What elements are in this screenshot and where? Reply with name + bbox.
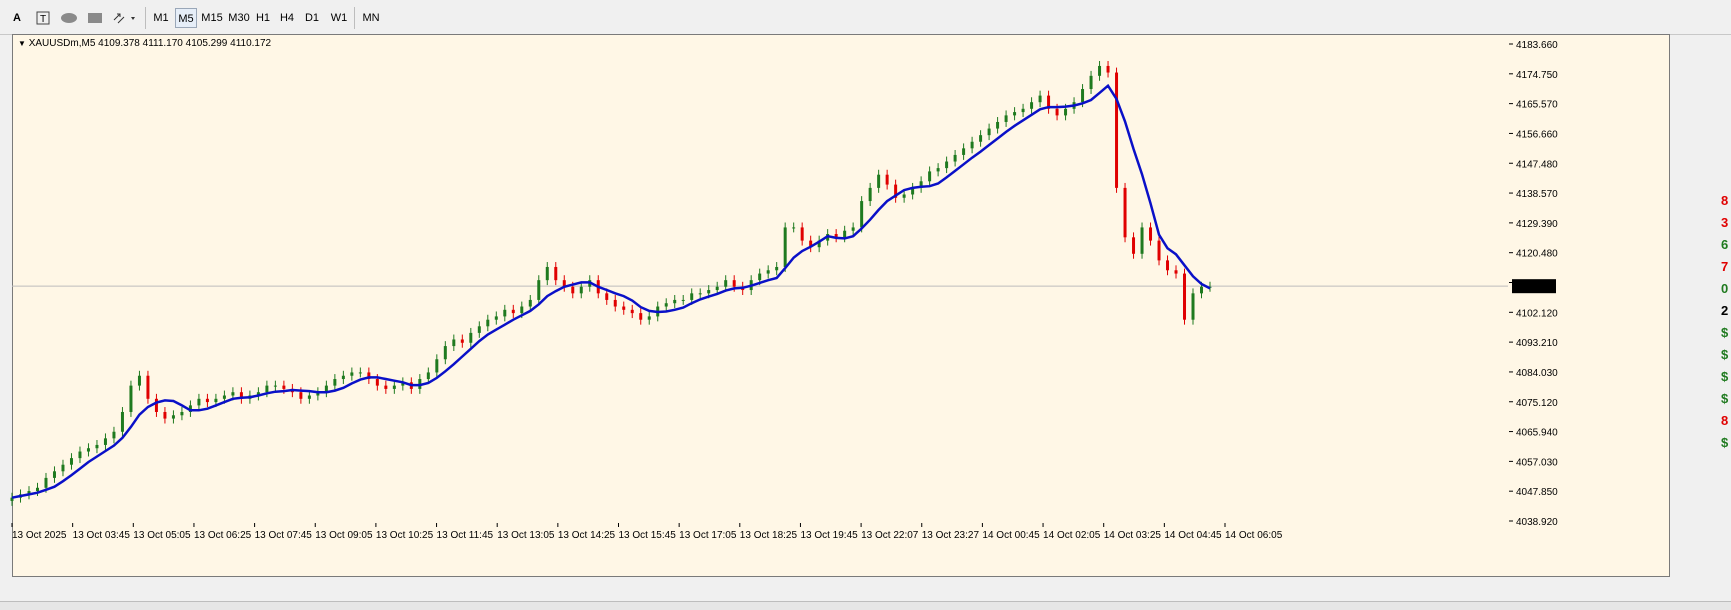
text-label-tool-button[interactable]: T: [32, 8, 54, 28]
right-edge-glyph: $: [1721, 435, 1729, 450]
timeframe-w1[interactable]: W1: [327, 8, 351, 28]
ellipse-icon: [61, 13, 77, 23]
right-edge-glyph: 3: [1721, 215, 1729, 230]
toolbar-separator: [354, 7, 355, 29]
rectangle-icon: [88, 13, 102, 23]
right-edge-glyph: 7: [1721, 259, 1729, 274]
arrows-dropdown-icon: [113, 13, 135, 24]
text-label-icon: T: [36, 11, 50, 25]
timeframe-d1[interactable]: D1: [301, 8, 323, 28]
timeframe-m1[interactable]: M1: [150, 8, 172, 28]
text-tool-button[interactable]: A: [6, 8, 28, 28]
chart-title: ▼ XAUUSDm,M5 4109.378 4111.170 4105.299 …: [18, 38, 271, 49]
right-edge-glyph: 8: [1721, 413, 1729, 428]
right-edge-glyph: $: [1721, 347, 1729, 362]
right-edge-glyph: 0: [1721, 281, 1729, 296]
right-edge-glyph: $: [1721, 325, 1729, 340]
toolbar-separator: [145, 7, 146, 29]
right-edge-glyph: 6: [1721, 237, 1729, 252]
chart-area[interactable]: [12, 34, 1670, 577]
right-edge-panel: 8 3 6 7 0 2 $ $ $ $8 $: [1721, 190, 1728, 454]
chart-ohlc-label: XAUUSDm,M5 4109.378 4111.170 4105.299 41…: [28, 38, 272, 49]
timeframe-mn[interactable]: MN: [359, 8, 383, 28]
rectangle-tool-button[interactable]: [84, 8, 106, 28]
timeframe-h4[interactable]: H4: [276, 8, 298, 28]
timeframe-m15[interactable]: M15: [199, 8, 225, 28]
right-edge-glyph: 8: [1721, 193, 1729, 208]
timeframe-m30[interactable]: M30: [226, 8, 252, 28]
timeframe-m5[interactable]: M5: [175, 8, 197, 28]
timeframe-h1[interactable]: H1: [252, 8, 274, 28]
ellipse-tool-button[interactable]: [58, 8, 80, 28]
chart-menu-triangle-icon[interactable]: ▼: [18, 39, 26, 48]
right-edge-glyph: $: [1721, 391, 1729, 406]
arrows-tool-dropdown[interactable]: [110, 8, 140, 28]
chart-toolbar: A T M1 M5 M15 M30 H1 H4 D1 W1 MN: [0, 0, 1731, 35]
right-edge-glyph: $: [1721, 369, 1729, 384]
svg-text:T: T: [40, 14, 46, 25]
right-edge-glyph: 2: [1721, 303, 1729, 318]
